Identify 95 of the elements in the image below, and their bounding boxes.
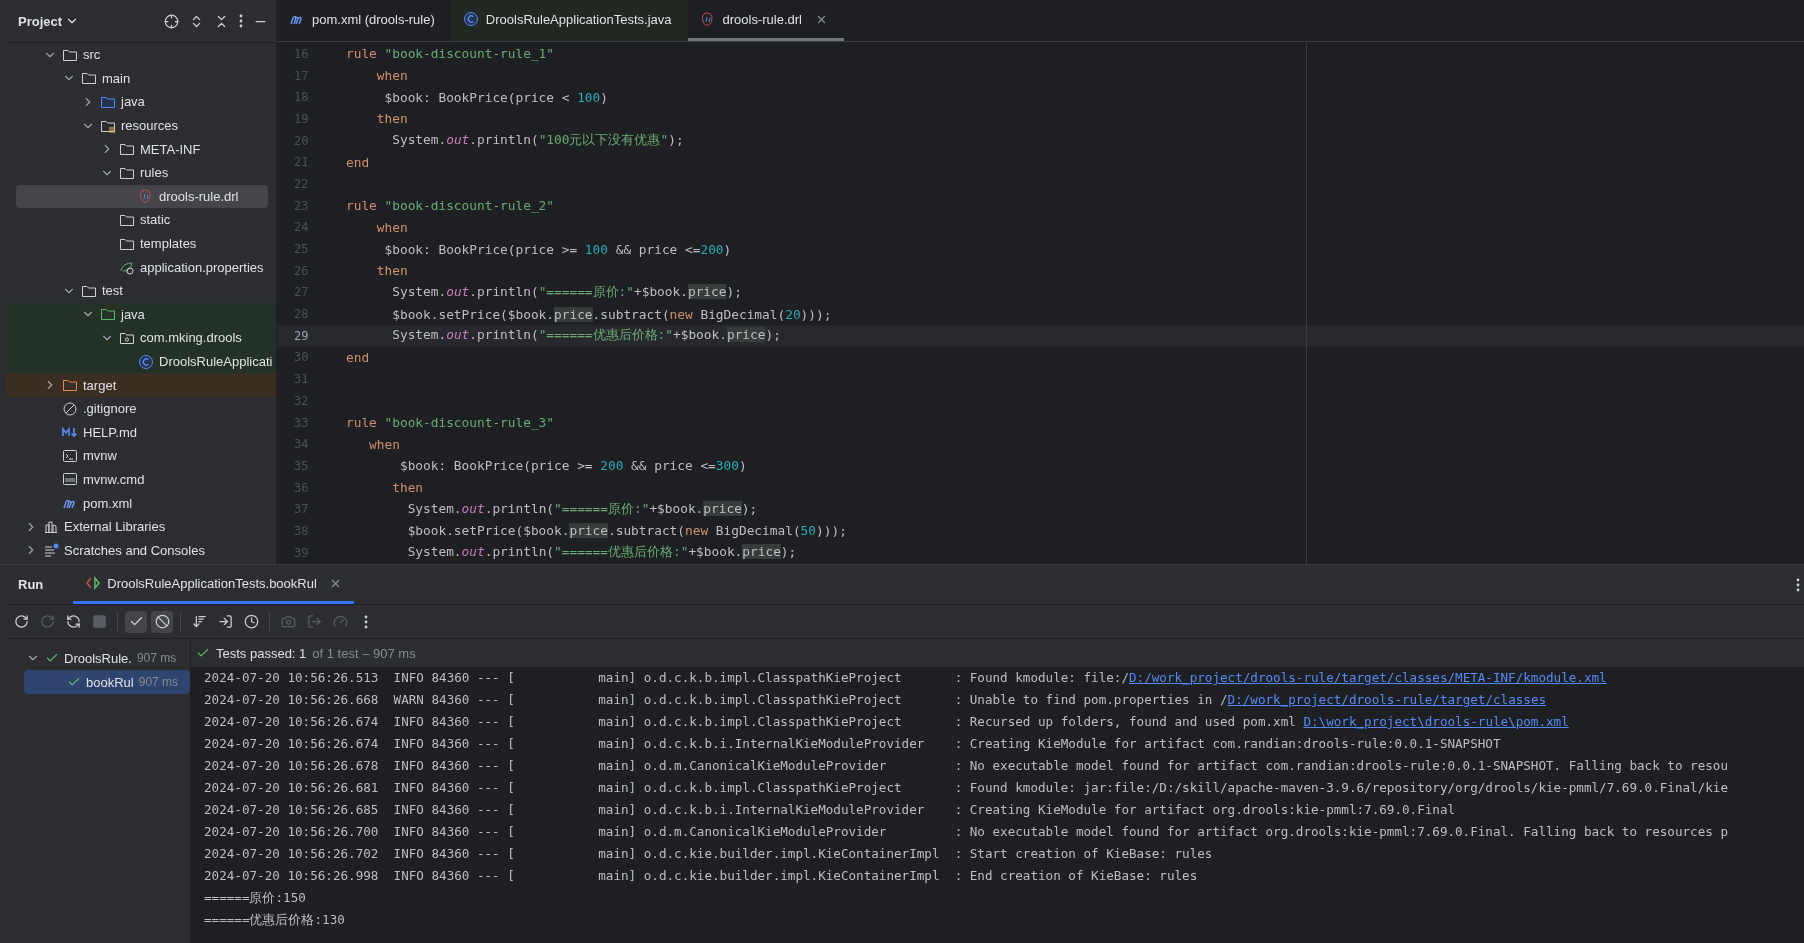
tree-item[interactable]: application.properties: [6, 255, 276, 279]
test-name: DroolsRule.: [64, 650, 132, 666]
panel-title: Run: [17, 577, 45, 592]
tree-item[interactable]: java: [6, 302, 276, 327]
console-line: ======优惠后价格:130: [204, 912, 345, 927]
file-link[interactable]: D:\work_project\drools-rule\pom.xml: [1303, 714, 1569, 729]
code-line: System.out.println("======原价:"+$book.price);: [406, 500, 759, 518]
tree-item[interactable]: com.mking.drools: [6, 326, 276, 350]
console-line: 2024-07-20 10:56:26.678 INFO 84360 --- [ main] o.d.m.CanonicalKieModuleProvider : No executable model found for artifact com.randian:drools-rule:0.0.1-SNAPSHOT. Falling back to resou: [204, 758, 1728, 773]
tree-item[interactable]: test: [6, 278, 276, 303]
tree-item-label: application.properties: [140, 259, 264, 275]
tree-item[interactable]: HELP.md: [6, 420, 276, 445]
code-line: $book: BookPrice(price < 100): [383, 89, 609, 105]
tree-item[interactable]: resources: [6, 113, 276, 138]
console-line: 2024-07-20 10:56:26.998 INFO 84360 --- [ main] o.d.c.kie.builder.impl.KieContainerImpl : End creation of KieBase: rules: [204, 868, 1198, 883]
tree-item-label: META-INF: [140, 141, 201, 157]
editor-tab[interactable]: drools-rule.drl: [687, 0, 844, 41]
test-tree-item[interactable]: bookRul 907 ms: [24, 670, 190, 694]
tree-item-label: rules: [140, 165, 169, 181]
tree-item-label: java: [121, 306, 145, 322]
console-line: 2024-07-20 10:56:26.700 INFO 84360 --- [ main] o.d.m.CanonicalKieModuleProvider : No executable model found for artifact org.drools:kie-pmml:7.69.0.Final. Falling back to resources p: [204, 824, 1728, 839]
tree-item[interactable]: java: [6, 90, 276, 114]
tree-item[interactable]: templates: [6, 231, 276, 256]
tree-item-label: Scratches and Consoles: [64, 542, 205, 558]
code-line: $book: BookPrice(price >= 100 && price <=200): [383, 241, 733, 257]
code-line: when: [375, 68, 409, 84]
tree-item[interactable]: src: [6, 43, 276, 67]
code-line: System.out.println("======原价:"+$book.price);: [391, 283, 743, 301]
tests-detail: of 1 test – 907 ms: [312, 645, 416, 661]
tests-summary: Tests passed: 1: [216, 645, 307, 661]
test-name: bookRul: [86, 674, 134, 690]
test-duration: 907 ms: [136, 651, 177, 665]
tree-item-label: src: [83, 47, 101, 63]
file-link[interactable]: D:/work_project/drools-rule/target/classes/META-INF/kmodule.xml: [1129, 670, 1607, 685]
editor-tab[interactable]: DroolsRuleApplicationTests.java: [450, 0, 688, 41]
editor-tab[interactable]: pom.xml (drools-rule): [277, 0, 451, 41]
code-line: when: [375, 219, 409, 235]
code-line: $book: BookPrice(price >= 200 && price <=300): [398, 458, 748, 474]
code-line: then: [391, 480, 425, 496]
console-line: 2024-07-20 10:56:26.513 INFO 84360 --- [ main] o.d.c.k.b.impl.ClasspathKieProject : Found kmodule: file:/: [204, 670, 1129, 685]
tree-item-label: templates: [140, 236, 197, 252]
tree-item-label: HELP.md: [83, 424, 137, 440]
console-line: 2024-07-20 10:56:26.702 INFO 84360 --- [ main] o.d.c.kie.builder.impl.KieContainerImpl : Start creation of KieBase: rules: [204, 846, 1213, 861]
test-tree-item[interactable]: DroolsRule. 907 ms: [24, 646, 190, 670]
console-line: 2024-07-20 10:56:26.674 INFO 84360 --- [ main] o.d.c.k.b.i.InternalKieModuleProvider : Creating KieModule for artifact com.randian:drools-rule:0.0.1-SNAPSHOT: [204, 736, 1501, 751]
tree-item-label: test: [102, 283, 123, 299]
code-line: end: [346, 349, 371, 365]
code-line: System.out.println("======优惠后价格:"+$book.price);: [391, 327, 782, 345]
code-line: when: [368, 436, 401, 452]
code-line: then: [375, 111, 409, 127]
tree-item[interactable]: static: [6, 208, 276, 232]
run-tab[interactable]: DroolsRuleApplicationTests.bookRul: [73, 565, 354, 604]
code-line: end: [346, 154, 371, 170]
tree-item[interactable]: main: [6, 66, 276, 91]
test-duration: 907 ms: [138, 675, 179, 689]
tree-item[interactable]: .gitignore: [6, 396, 276, 421]
tree-item-label: pom.xml: [83, 495, 133, 511]
console-line: 2024-07-20 10:56:26.674 INFO 84360 --- [ main] o.d.c.k.b.impl.ClasspathKieProject : Recursed up folders, found and used pom.xml: [204, 714, 1297, 729]
code-line: $book.setPrice($book.price.subtract(new BigDecimal(20)));: [391, 306, 833, 322]
tree-item[interactable]: External Libraries: [6, 514, 276, 539]
code-line: rule "book-discount-rule_3": [346, 415, 556, 431]
code-line: System.out.println("100元以下没有优惠");: [391, 132, 685, 150]
tree-item-label: mvnw.cmd: [83, 472, 145, 487]
tree-item[interactable]: META-INF: [6, 137, 276, 161]
code-line: rule "book-discount-rule_2": [346, 198, 556, 214]
tree-item-label: External Libraries: [64, 519, 166, 535]
tree-item[interactable]: target: [6, 373, 276, 397]
tree-item-label: .gitignore: [83, 401, 137, 417]
line-number: 29: [293, 328, 310, 343]
tree-item-label: static: [140, 212, 171, 228]
console-line: ======原价:150: [204, 890, 306, 905]
tree-item[interactable]: mvnw: [6, 444, 276, 468]
tree-item-label: java: [121, 94, 145, 110]
code-line: then: [375, 263, 409, 279]
console-line: 2024-07-20 10:56:26.685 INFO 84360 --- [ main] o.d.c.k.b.i.InternalKieModuleProvider : Creating KieModule for artifact org.drools:kie-pmml:7.69.0.Final: [204, 802, 1456, 817]
tree-item-label: DroolsRuleApplicati: [159, 354, 273, 369]
tree-item-label: main: [102, 70, 131, 86]
tree-item-label: resources: [121, 118, 179, 134]
tree-item-label: drools-rule.drl: [159, 188, 239, 204]
code-line: System.out.println("======优惠后价格:"+$book.price);: [406, 544, 798, 562]
tree-item[interactable]: rules: [6, 160, 276, 185]
tree-item[interactable]: DroolsRuleApplicati: [6, 349, 276, 374]
tree-item[interactable]: drools-rule.drl: [16, 184, 268, 209]
tree-item-label: target: [83, 377, 117, 393]
file-link[interactable]: D:/work_project/drools-rule/target/classes: [1227, 692, 1547, 707]
tree-item[interactable]: Scratches and Consoles: [6, 538, 276, 563]
tree-item-label: com.mking.drools: [140, 330, 242, 346]
code-line: rule "book-discount-rule_1": [346, 46, 556, 62]
tree-item-label: mvnw: [83, 448, 117, 464]
panel-title[interactable]: Project: [18, 13, 80, 29]
tree-item[interactable]: pom.xml: [6, 491, 276, 515]
tree-item[interactable]: mvnw.cmd: [6, 467, 276, 492]
console-line: 2024-07-20 10:56:26.681 INFO 84360 --- [ main] o.d.c.k.b.impl.ClasspathKieProject : Found kmodule: jar:file:/D:/skill/apache-maven-3.9.6/repository/org/drools/kie-pmml/7.69.0.Final/kie: [204, 780, 1728, 795]
console-line: 2024-07-20 10:56:26.668 WARN 84360 --- [ main] o.d.c.k.b.impl.ClasspathKieProject : Unable to find pom.properties in /: [204, 692, 1228, 707]
code-line: $book.setPrice($book.price.subtract(new BigDecimal(50)));: [406, 523, 848, 539]
